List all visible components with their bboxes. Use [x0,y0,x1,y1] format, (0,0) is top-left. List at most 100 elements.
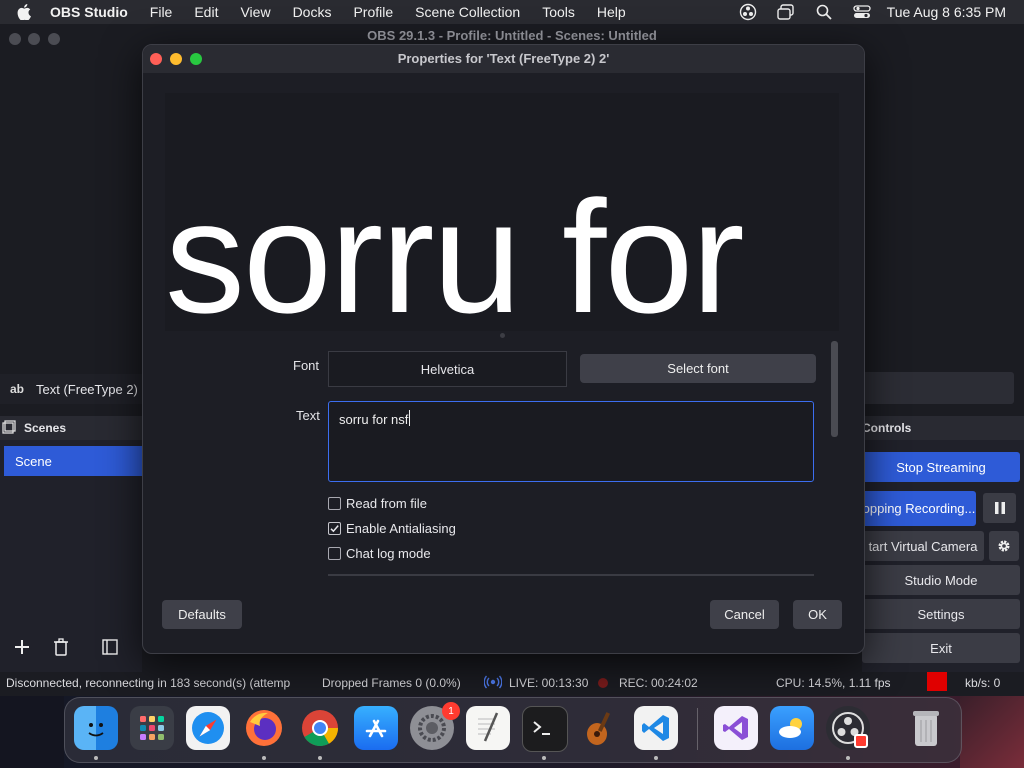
studio-mode-button[interactable]: Studio Mode [862,565,1020,595]
controls-header: Controls [862,416,1024,440]
source-name: Text (FreeType 2) 2 [36,381,142,397]
enable-antialiasing-label[interactable]: Enable Antialiasing [346,521,456,536]
firefox-running-dot [262,756,266,760]
desktop-wallpaper-accent [960,696,1024,768]
text-input-value: sorru for nsf [339,412,409,427]
source-property-field[interactable] [862,372,1014,404]
vscode-running-dot [654,756,658,760]
dock-separator [697,708,698,750]
virtual-camera-settings-button[interactable] [989,531,1019,561]
search-icon[interactable] [813,3,835,21]
settings-button[interactable]: Settings [862,599,1020,629]
properties-scrollbar[interactable] [831,341,838,437]
vscode-icon[interactable] [634,706,678,750]
stop-recording-button[interactable]: opping Recording... [862,491,976,526]
bitrate: kb/s: 0 [965,676,1001,690]
menu-view[interactable]: View [240,4,270,20]
status-bar: Disconnected, reconnecting in 183 second… [0,672,1024,696]
live-timer: LIVE: 00:13:30 [509,676,589,690]
scenes-header: Scenes [0,416,142,440]
dropped-frames: Dropped Frames 0 (0.0%) [322,676,461,690]
splitter-handle[interactable] [500,333,505,338]
filter-panel-icon [102,639,118,655]
menu-profile[interactable]: Profile [353,4,393,20]
preview-text: sorru for [165,167,745,332]
remove-scene-button[interactable] [48,634,74,660]
checkmark-icon [330,525,339,533]
dialog-titlebar: Properties for 'Text (FreeType 2) 2' [143,45,864,73]
stream-health-indicator [927,672,947,691]
desktop-background [0,696,64,768]
apple-icon[interactable] [14,2,34,22]
recording-badge-icon [854,734,868,748]
main-window-title: OBS 29.1.3 - Profile: Untitled - Scenes:… [367,28,657,43]
connection-status: Disconnected, reconnecting in 183 second… [6,676,291,690]
exit-button[interactable]: Exit [862,633,1020,663]
ok-button[interactable]: OK [793,600,842,629]
read-from-file-label[interactable]: Read from file [346,496,427,511]
terminal-running-dot [542,756,546,760]
launchpad-icon[interactable] [130,706,174,750]
text-source-icon: ab [10,382,25,396]
firefox-icon[interactable] [242,706,286,750]
text-caret [409,410,410,426]
scenes-title: Scenes [24,421,67,435]
menu-help[interactable]: Help [597,4,626,20]
pause-recording-button[interactable] [983,493,1016,523]
cpu-usage: CPU: 14.5%, 1.11 fps [776,676,891,690]
visual-studio-icon[interactable] [714,706,758,750]
properties-dialog: Properties for 'Text (FreeType 2) 2' sor… [142,44,865,654]
menu-edit[interactable]: Edit [194,4,218,20]
trash-dock-icon[interactable] [904,706,948,750]
trash-icon [54,638,68,656]
terminal-icon[interactable] [522,706,568,752]
scene-list-item[interactable]: Scene [4,446,142,476]
app-menu[interactable]: OBS Studio [50,4,128,20]
enable-antialiasing-checkbox[interactable] [328,522,341,535]
dock-undock-icon[interactable] [2,419,16,437]
menu-clock[interactable]: Tue Aug 8 6:35 PM [887,4,1006,20]
scene-filters-button[interactable] [97,634,123,660]
source-toolbar[interactable]: ab Text (FreeType 2) 2 [0,374,142,404]
read-from-file-checkbox[interactable] [328,497,341,510]
gear-icon [998,540,1010,552]
control-center-icon[interactable] [851,3,873,21]
start-virtual-camera-button[interactable]: tart Virtual Camera [862,531,984,561]
defaults-button[interactable]: Defaults [162,600,242,629]
menu-scene-collection[interactable]: Scene Collection [415,4,520,20]
dialog-title: Properties for 'Text (FreeType 2) 2' [397,51,610,66]
horizontal-scrollbar[interactable] [328,574,814,576]
select-font-button[interactable]: Select font [580,354,816,383]
font-display-field: Helvetica [328,351,567,387]
add-scene-button[interactable] [9,634,35,660]
cancel-button[interactable]: Cancel [710,600,779,629]
textedit-icon[interactable] [466,706,510,750]
recording-dot-icon [598,678,608,688]
menu-file[interactable]: File [150,4,173,20]
notification-badge: 1 [442,702,460,720]
font-label: Font [293,358,320,373]
safari-icon[interactable] [186,706,230,750]
source-preview: sorru for [165,93,839,331]
menu-tools[interactable]: Tools [542,4,575,20]
live-broadcast-icon [483,675,503,692]
pause-icon [994,502,1005,514]
obs-status-icon[interactable] [737,3,759,21]
finder-icon[interactable] [74,706,118,750]
text-label: Text [296,408,320,423]
menu-docks[interactable]: Docks [293,4,332,20]
weather-icon[interactable] [770,706,814,750]
window-icon[interactable] [775,3,797,21]
chrome-running-dot [318,756,322,760]
obs-running-dot [846,756,850,760]
text-input[interactable]: sorru for nsf [328,401,814,482]
chat-log-mode-label[interactable]: Chat log mode [346,546,431,561]
garageband-icon[interactable] [578,706,622,750]
rec-timer: REC: 00:24:02 [619,676,698,690]
plus-icon [15,640,29,654]
chrome-icon[interactable] [298,706,342,750]
dock: 1 [64,697,962,763]
stop-streaming-button[interactable]: Stop Streaming [862,452,1020,482]
app-store-icon[interactable] [354,706,398,750]
chat-log-mode-checkbox[interactable] [328,547,341,560]
